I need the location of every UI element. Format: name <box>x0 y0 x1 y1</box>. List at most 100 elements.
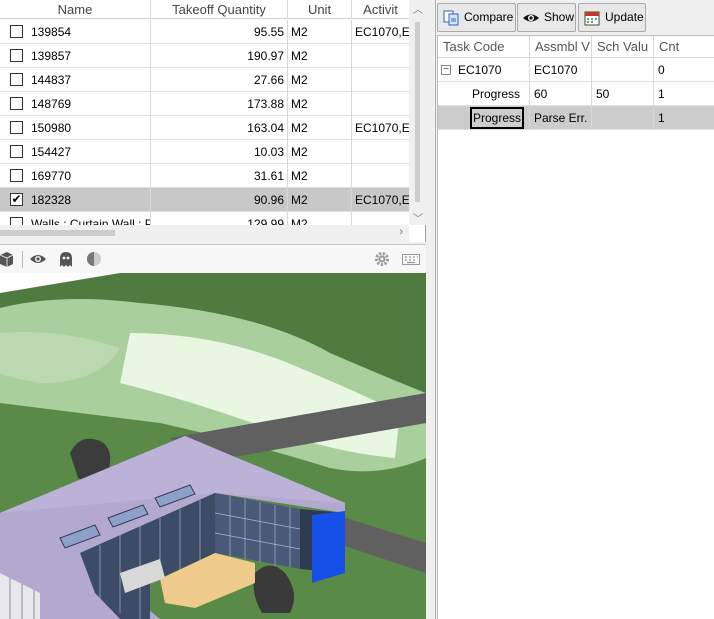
unit-cell[interactable]: M2 <box>288 92 352 116</box>
takeoff-quantity-cell[interactable]: 163.04 <box>151 116 288 140</box>
takeoff-row[interactable]: 169770 31.61 M2 <box>0 164 409 188</box>
activity-cell[interactable]: EC1070,EC <box>352 188 409 212</box>
unit-cell[interactable]: M2 <box>288 68 352 92</box>
gear-icon[interactable] <box>374 251 390 267</box>
row-checkbox[interactable] <box>10 73 23 86</box>
name-cell[interactable]: 169770 <box>0 164 151 188</box>
name-value: 150980 <box>31 121 72 135</box>
eye-icon[interactable] <box>30 251 46 267</box>
column-header-schedule-value[interactable]: Sch Valu <box>592 36 654 58</box>
scrollbar-thumb[interactable] <box>0 230 115 236</box>
scroll-down-arrow-icon[interactable]: ﹀ <box>413 210 423 225</box>
takeoff-quantity-cell[interactable]: 31.61 <box>151 164 288 188</box>
column-header-name[interactable]: Name <box>0 0 151 19</box>
takeoff-row[interactable]: 139857 190.97 M2 <box>0 44 409 68</box>
row-checkbox[interactable] <box>10 25 23 38</box>
activity-cell[interactable]: EC1070,EC <box>352 116 409 140</box>
takeoff-quantity-cell[interactable]: 27.66 <box>151 68 288 92</box>
task-code-cell[interactable]: Progress <box>438 82 530 106</box>
column-header-unit[interactable]: Unit <box>288 0 352 19</box>
activity-cell[interactable] <box>352 92 409 116</box>
takeoff-horizontal-scrollbar[interactable]: › <box>0 225 409 242</box>
keyboard-icon[interactable] <box>402 251 420 267</box>
cube-icon[interactable] <box>0 251 16 267</box>
unit-cell[interactable]: M2 <box>288 116 352 140</box>
name-value: 148769 <box>31 97 72 111</box>
name-cell[interactable]: 139857 <box>0 44 151 68</box>
column-header-count[interactable]: Cnt <box>654 36 714 58</box>
compare-icon <box>443 10 459 26</box>
row-checkbox[interactable] <box>10 145 23 158</box>
schedule-toolbar: Compare Show Update <box>436 0 714 35</box>
column-header-activity[interactable]: Activit <box>352 0 409 19</box>
task-code-cell[interactable]: Progress <box>438 106 530 130</box>
name-cell[interactable]: 150980 <box>0 116 151 140</box>
activity-cell[interactable]: EC1070,EC <box>352 20 409 44</box>
contrast-icon[interactable] <box>86 251 102 267</box>
name-cell[interactable]: 148769 <box>0 92 151 116</box>
name-value: 139854 <box>31 25 72 39</box>
viewer-toolbar <box>0 244 426 273</box>
unit-cell[interactable]: M2 <box>288 164 352 188</box>
name-cell[interactable]: 154427 <box>0 140 151 164</box>
activity-cell[interactable] <box>352 164 409 188</box>
column-header-task-code[interactable]: Task Code <box>438 36 530 58</box>
ghost-icon[interactable] <box>58 251 74 267</box>
name-cell[interactable]: 139854 <box>0 20 151 44</box>
schedule-row-selected[interactable]: Progress Parse Err. X 1 <box>438 106 714 130</box>
scrollbar-thumb[interactable] <box>415 22 420 202</box>
panel-splitter[interactable] <box>426 0 436 619</box>
row-checkbox[interactable] <box>10 169 23 182</box>
unit-cell[interactable]: M2 <box>288 140 352 164</box>
schedule-group-row[interactable]: − EC1070 EC1070 0 <box>438 58 714 82</box>
assembly-value-cell[interactable]: EC1070 <box>530 58 592 82</box>
column-header-takeoff-quantity[interactable]: Takeoff Quantity <box>151 0 288 19</box>
takeoff-row[interactable]: 154427 10.03 M2 <box>0 140 409 164</box>
name-cell[interactable]: 144837 <box>0 68 151 92</box>
task-code-value-focused[interactable]: Progress <box>470 107 525 129</box>
scroll-up-arrow-icon[interactable]: ︿ <box>413 1 423 16</box>
schedule-value-cell[interactable] <box>592 106 654 130</box>
takeoff-row[interactable]: 139854 95.55M2EC1070,EC <box>0 20 409 44</box>
takeoff-vertical-scrollbar[interactable]: ︿ ﹀ <box>409 0 426 225</box>
toolbar-divider <box>22 251 23 268</box>
model-3d-viewer[interactable] <box>0 273 426 619</box>
count-cell[interactable]: 1 <box>654 106 714 130</box>
takeoff-quantity-cell[interactable]: 173.88 <box>151 92 288 116</box>
row-checkbox[interactable] <box>10 121 23 134</box>
schedule-row[interactable]: Progress 60 50 1 <box>438 82 714 106</box>
scroll-right-arrow-icon[interactable]: › <box>399 226 403 238</box>
compare-button[interactable]: Compare <box>437 3 516 32</box>
column-header-assembly-value[interactable]: Assmbl V <box>530 36 592 58</box>
activity-cell[interactable] <box>352 140 409 164</box>
activity-cell[interactable] <box>352 44 409 68</box>
update-button[interactable]: Update <box>578 3 646 32</box>
row-checkbox[interactable] <box>10 49 23 62</box>
row-checkbox-checked[interactable]: ✔ <box>10 193 23 206</box>
row-checkbox[interactable] <box>10 97 23 110</box>
activity-cell[interactable] <box>352 68 409 92</box>
takeoff-quantity-cell[interactable]: 190.97 <box>151 44 288 68</box>
takeoff-row[interactable]: ✔ 182328 90.96M2EC1070,EC <box>0 188 409 212</box>
takeoff-row[interactable]: 148769 173.88 M2 <box>0 92 409 116</box>
collapse-toggle-icon[interactable]: − <box>441 65 451 75</box>
takeoff-grid-header: Name Takeoff Quantity Unit Activit <box>0 0 409 19</box>
takeoff-quantity-cell[interactable]: 10.03 <box>151 140 288 164</box>
takeoff-row[interactable]: 144837 27.66 M2 <box>0 68 409 92</box>
schedule-value-cell[interactable]: 50 <box>592 82 654 106</box>
name-value: 182328 <box>31 193 72 207</box>
count-cell[interactable]: 0 <box>654 58 714 82</box>
unit-cell[interactable]: M2 <box>288 188 352 212</box>
schedule-value-cell[interactable] <box>592 58 654 82</box>
takeoff-quantity-cell[interactable]: 95.55 <box>151 20 288 44</box>
assembly-value-cell[interactable]: Parse Err. X <box>530 106 592 130</box>
name-cell[interactable]: ✔ 182328 <box>0 188 151 212</box>
show-button[interactable]: Show <box>517 3 576 32</box>
takeoff-row[interactable]: 150980 163.04M2EC1070,EC <box>0 116 409 140</box>
assembly-value-cell[interactable]: 60 <box>530 82 592 106</box>
unit-cell[interactable]: M2 <box>288 44 352 68</box>
task-code-cell[interactable]: − EC1070 <box>438 58 530 82</box>
count-cell[interactable]: 1 <box>654 82 714 106</box>
takeoff-quantity-cell[interactable]: 90.96 <box>151 188 288 212</box>
unit-cell[interactable]: M2 <box>288 20 352 44</box>
